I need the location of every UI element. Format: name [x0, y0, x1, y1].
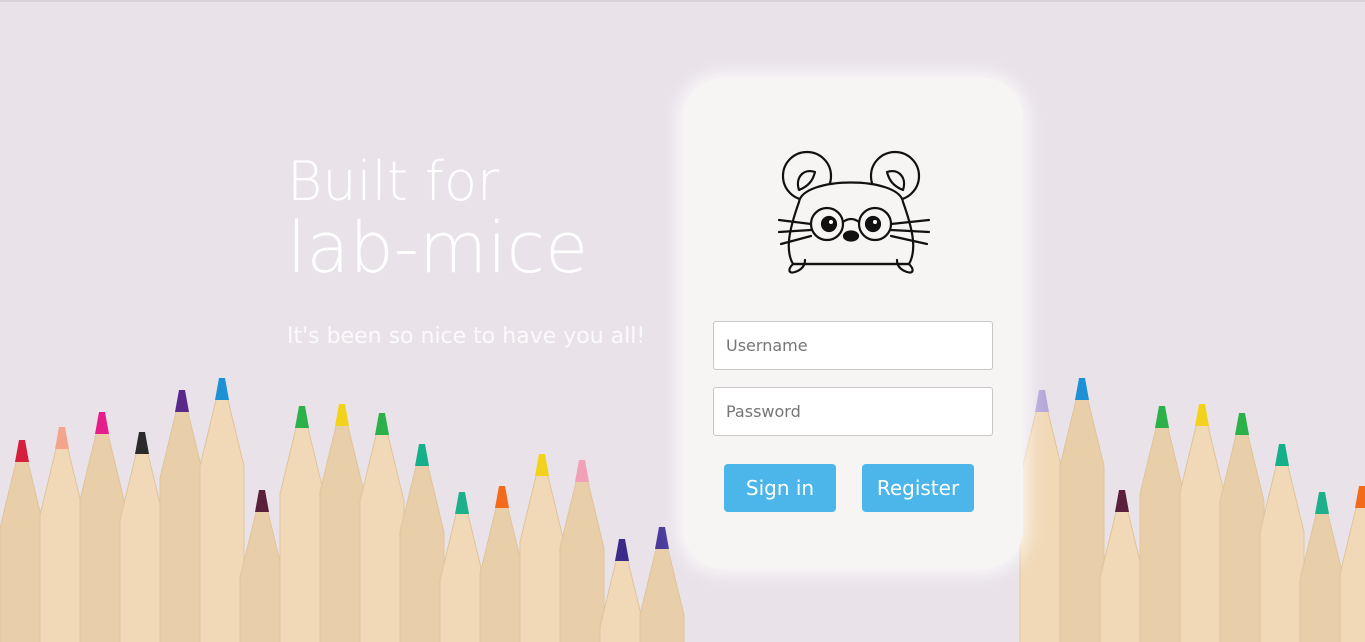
- pencil: [519, 454, 565, 642]
- pencil: [1299, 492, 1345, 642]
- register-button[interactable]: Register: [862, 464, 974, 512]
- pencil: [39, 427, 85, 642]
- pencil: [559, 460, 605, 642]
- pencil: [599, 539, 645, 642]
- pencil: [1339, 486, 1365, 642]
- hero-subtitle: It's been so nice to have you all!: [287, 324, 646, 349]
- pencil: [279, 406, 325, 642]
- pencil: [0, 440, 45, 642]
- hero-title-line1: Built for: [287, 150, 500, 213]
- password-input[interactable]: [713, 387, 993, 436]
- pencil: [319, 404, 365, 642]
- pencil: [119, 432, 165, 642]
- hero-heading: Built for lab-mice: [287, 150, 589, 290]
- pencil: [1099, 490, 1145, 642]
- hero-title-line2: lab-mice: [287, 207, 589, 290]
- pencil: [1059, 378, 1105, 642]
- pencil: [359, 413, 405, 642]
- mouse-with-glasses-icon: [777, 150, 931, 274]
- pencil: [159, 390, 205, 642]
- sign-in-button[interactable]: Sign in: [724, 464, 836, 512]
- pencil: [399, 444, 445, 642]
- username-input[interactable]: [713, 321, 993, 370]
- pencil: [1179, 404, 1225, 642]
- pencil: [1139, 406, 1185, 642]
- pencil: [1219, 413, 1265, 642]
- pencil: [79, 412, 125, 642]
- pencil: [439, 492, 485, 642]
- pencil: [1019, 390, 1065, 642]
- pencil: [479, 486, 525, 642]
- login-page: Built for lab-mice It's been so nice to …: [0, 0, 1365, 642]
- login-card: Sign in Register: [683, 78, 1023, 569]
- pencil: [199, 378, 245, 642]
- pencil: [1259, 444, 1305, 642]
- pencil: [239, 490, 285, 642]
- pencil: [639, 527, 685, 642]
